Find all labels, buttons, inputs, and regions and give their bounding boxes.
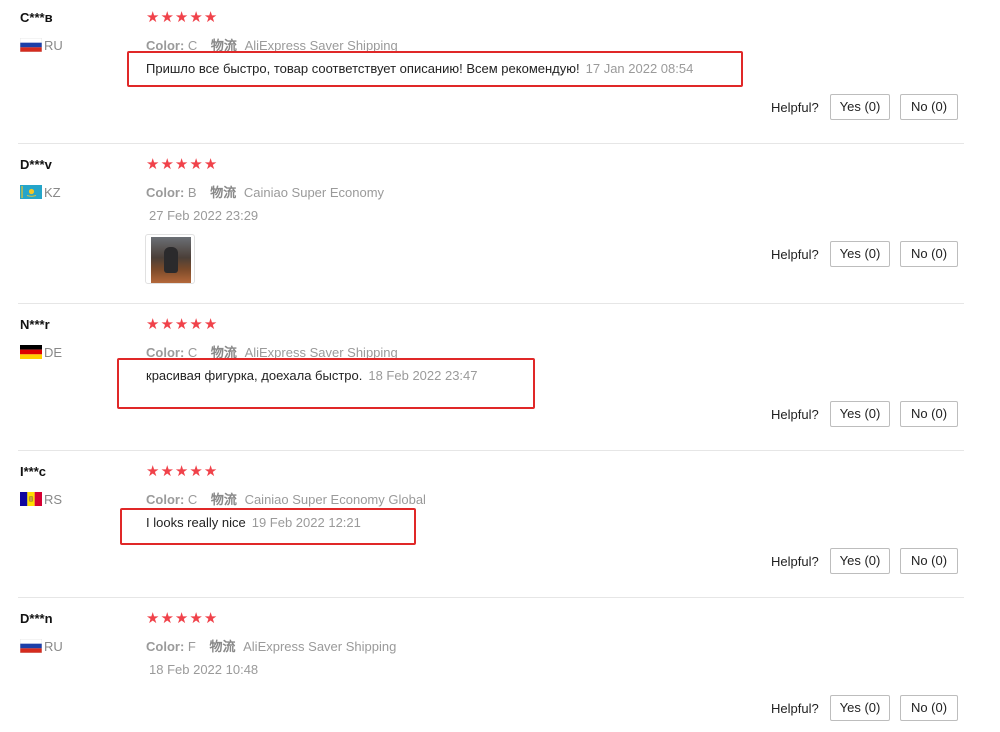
star-icon: ★ bbox=[203, 316, 218, 333]
review-date: 18 Feb 2022 10:48 bbox=[149, 662, 259, 677]
shipping-label: 物流 bbox=[210, 492, 237, 507]
andorra-flag-icon bbox=[20, 492, 42, 506]
color-label: Color: bbox=[146, 492, 185, 507]
reviewer-country: DE bbox=[20, 344, 62, 360]
review-item: D***v KZ ★ ★ ★ ★ ★ Color: B 物流 Cainiao S… bbox=[0, 147, 1000, 303]
review-divider bbox=[18, 597, 964, 598]
helpful-label: Helpful? bbox=[771, 407, 819, 422]
russia-flag-icon bbox=[20, 38, 42, 52]
shipping-method: Cainiao Super Economy bbox=[243, 185, 385, 200]
review-meta: Color: F 物流 AliExpress Saver Shipping bbox=[146, 636, 396, 655]
star-rating: ★ ★ ★ ★ ★ bbox=[146, 464, 217, 480]
review-meta: Color: C 物流 Cainiao Super Economy Global bbox=[146, 489, 426, 508]
star-icon: ★ bbox=[146, 316, 160, 333]
reviewer-country: RU bbox=[20, 638, 63, 654]
star-icon: ★ bbox=[174, 316, 189, 333]
helpful-label: Helpful? bbox=[771, 100, 819, 115]
star-rating: ★ ★ ★ ★ ★ bbox=[146, 157, 217, 173]
review-list: C***в RU ★ ★ ★ ★ ★ Color: C 物流 AliExpres… bbox=[0, 0, 1000, 732]
reviewer-name: D***v bbox=[20, 157, 52, 172]
color-value: F bbox=[187, 639, 196, 654]
star-icon: ★ bbox=[203, 610, 218, 627]
star-rating: ★ ★ ★ ★ ★ bbox=[146, 317, 217, 333]
star-icon: ★ bbox=[160, 316, 174, 333]
star-icon: ★ bbox=[160, 610, 174, 627]
star-icon: ★ bbox=[174, 610, 189, 627]
shipping-method: Cainiao Super Economy Global bbox=[244, 492, 426, 507]
star-icon: ★ bbox=[160, 156, 174, 173]
review-item: D***n RU ★ ★ ★ ★ ★ Color: F 物流 AliExpres… bbox=[0, 601, 1000, 732]
reviewer-country: RU bbox=[20, 37, 63, 53]
star-icon: ★ bbox=[160, 9, 174, 26]
country-code: DE bbox=[44, 344, 63, 360]
color-value: C bbox=[187, 492, 198, 507]
star-icon: ★ bbox=[160, 463, 174, 480]
helpful-no-button[interactable]: No (0) bbox=[900, 94, 958, 120]
review-item: N***r DE ★ ★ ★ ★ ★ Color: C 物流 AliExpres… bbox=[0, 307, 1000, 450]
helpful-no-button[interactable]: No (0) bbox=[900, 401, 958, 427]
star-rating: ★ ★ ★ ★ ★ bbox=[146, 611, 217, 627]
russia-flag-icon bbox=[20, 639, 42, 653]
helpful-yes-button[interactable]: Yes (0) bbox=[830, 695, 890, 721]
star-icon: ★ bbox=[189, 316, 203, 333]
star-icon: ★ bbox=[189, 9, 203, 26]
helpful-label: Helpful? bbox=[771, 247, 819, 262]
review-meta: Color: B 物流 Cainiao Super Economy bbox=[146, 182, 384, 201]
star-icon: ★ bbox=[146, 463, 160, 480]
star-icon: ★ bbox=[146, 9, 160, 26]
country-code: KZ bbox=[44, 184, 61, 200]
star-icon: ★ bbox=[174, 9, 189, 26]
review-divider bbox=[18, 143, 964, 144]
star-icon: ★ bbox=[189, 463, 203, 480]
star-icon: ★ bbox=[189, 156, 203, 173]
star-icon: ★ bbox=[174, 156, 189, 173]
color-label: Color: bbox=[146, 185, 185, 200]
helpful-label: Helpful? bbox=[771, 554, 819, 569]
country-code: RU bbox=[44, 638, 63, 654]
reviewer-country: RS bbox=[20, 491, 62, 507]
figurine-image bbox=[164, 247, 178, 273]
shipping-method: AliExpress Saver Shipping bbox=[243, 639, 397, 654]
country-code: RU bbox=[44, 37, 63, 53]
star-icon: ★ bbox=[203, 463, 218, 480]
helpful-yes-button[interactable]: Yes (0) bbox=[830, 94, 890, 120]
helpful-yes-button[interactable]: Yes (0) bbox=[830, 401, 890, 427]
star-icon: ★ bbox=[189, 610, 203, 627]
helpful-no-button[interactable]: No (0) bbox=[900, 695, 958, 721]
review-divider bbox=[18, 303, 964, 304]
star-icon: ★ bbox=[146, 156, 160, 173]
shipping-label: 物流 bbox=[210, 185, 237, 200]
highlight-box bbox=[127, 51, 743, 87]
germany-flag-icon bbox=[20, 345, 42, 359]
review-date: 27 Feb 2022 23:29 bbox=[149, 208, 259, 223]
helpful-label: Helpful? bbox=[771, 701, 819, 716]
color-label: Color: bbox=[146, 639, 185, 654]
reviewer-name: D***n bbox=[20, 611, 53, 626]
star-icon: ★ bbox=[146, 610, 160, 627]
reviewer-name: C***в bbox=[20, 10, 53, 25]
review-divider bbox=[18, 450, 964, 451]
star-rating: ★ ★ ★ ★ ★ bbox=[146, 10, 217, 26]
review-item: C***в RU ★ ★ ★ ★ ★ Color: C 物流 AliExpres… bbox=[0, 0, 1000, 143]
country-code: RS bbox=[44, 491, 63, 507]
review-item: I***c RS ★ ★ ★ ★ ★ Color: C 物流 Cainiao S… bbox=[0, 454, 1000, 597]
reviewer-name: N***r bbox=[20, 317, 50, 332]
highlight-box bbox=[120, 508, 416, 545]
helpful-yes-button[interactable]: Yes (0) bbox=[830, 241, 890, 267]
helpful-yes-button[interactable]: Yes (0) bbox=[830, 548, 890, 574]
helpful-no-button[interactable]: No (0) bbox=[900, 241, 958, 267]
star-icon: ★ bbox=[174, 463, 189, 480]
kazakhstan-flag-icon bbox=[20, 185, 42, 199]
review-photo-thumbnail[interactable] bbox=[145, 234, 195, 284]
star-icon: ★ bbox=[203, 156, 218, 173]
reviewer-name: I***c bbox=[20, 464, 47, 479]
star-icon: ★ bbox=[203, 9, 218, 26]
highlight-box bbox=[117, 358, 535, 409]
helpful-no-button[interactable]: No (0) bbox=[900, 548, 958, 574]
shipping-label: 物流 bbox=[209, 639, 236, 654]
reviewer-country: KZ bbox=[20, 184, 61, 200]
color-value: B bbox=[187, 185, 197, 200]
